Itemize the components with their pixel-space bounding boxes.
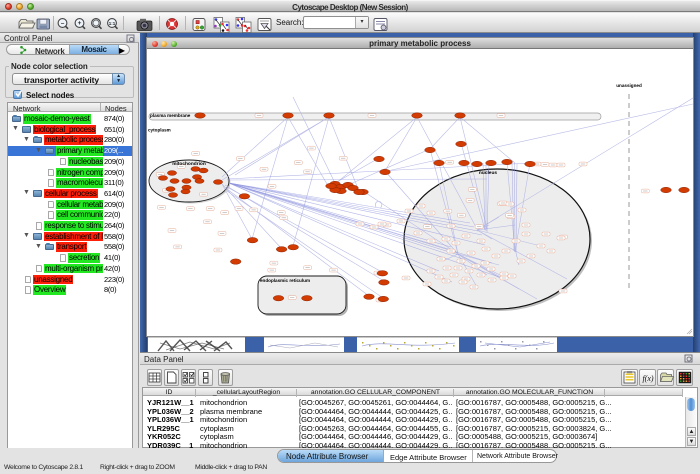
svg-text:–: –: [61, 20, 65, 27]
svg-text:plasma membrane: plasma membrane: [150, 113, 191, 118]
svg-text:f(x): f(x): [642, 374, 653, 383]
svg-text:mitochondrion: mitochondrion: [172, 161, 206, 167]
svg-text:cytoplasm: cytoplasm: [148, 128, 171, 133]
svg-text:nucleus: nucleus: [479, 170, 497, 176]
svg-text:endoplasmic reticulum: endoplasmic reticulum: [260, 278, 310, 283]
svg-text:unassigned: unassigned: [616, 83, 642, 88]
svg-text:+: +: [78, 20, 82, 27]
svg-text:1:1: 1:1: [109, 21, 116, 26]
